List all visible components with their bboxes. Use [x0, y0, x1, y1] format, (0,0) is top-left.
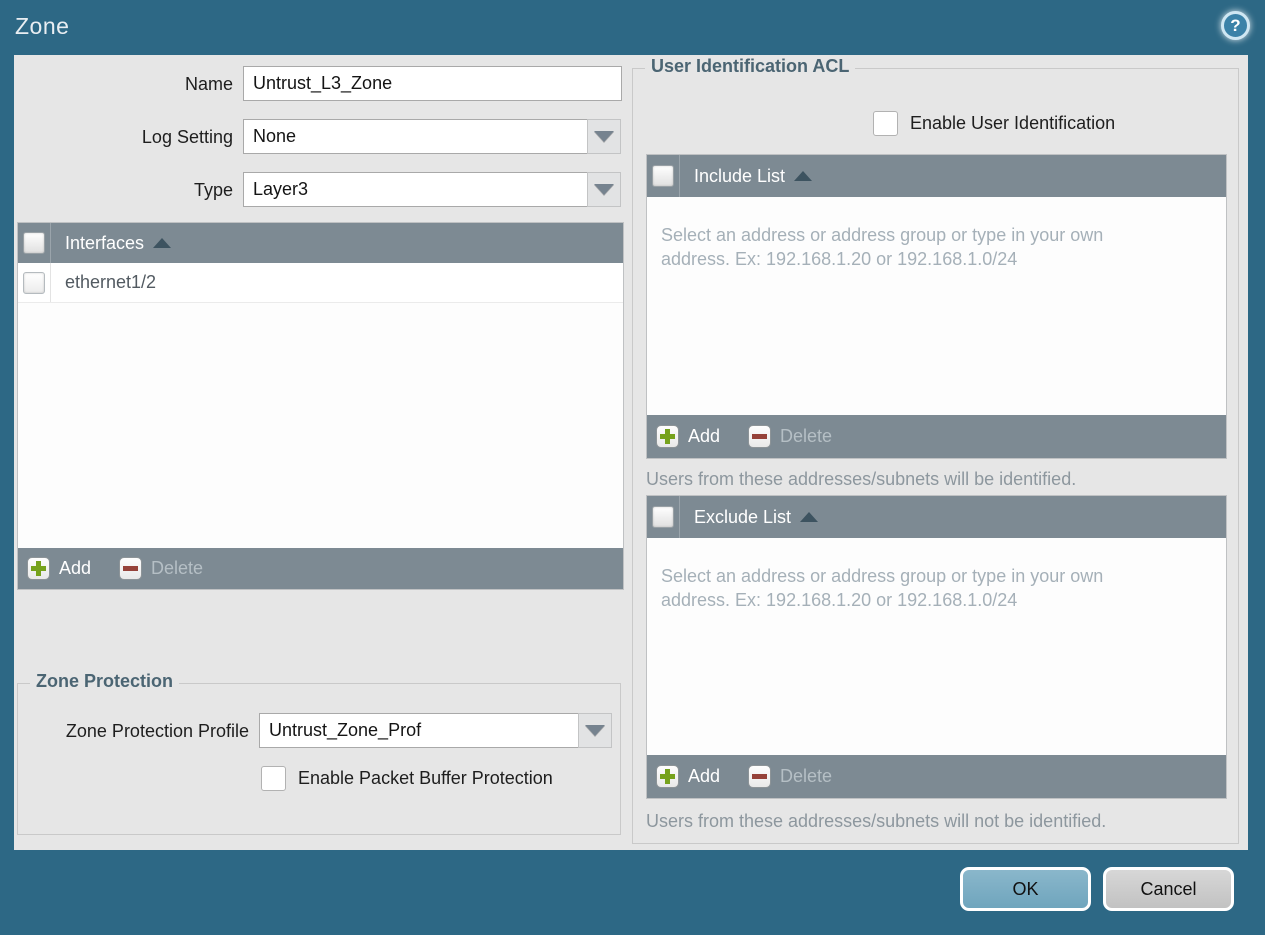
delete-button[interactable]: Delete	[119, 557, 203, 580]
chevron-down-icon	[585, 725, 605, 736]
exclude-delete-label: Delete	[780, 766, 833, 786]
log-setting-dropdown-button[interactable]	[587, 119, 621, 154]
include-list-body[interactable]: Select an address or address group or ty…	[647, 197, 1226, 415]
chevron-down-icon	[594, 131, 614, 142]
exclude-delete-button[interactable]: Delete	[748, 765, 832, 788]
exclude-select-all-checkbox[interactable]	[652, 506, 674, 528]
exclude-list-note: Users from these addresses/subnets will …	[646, 811, 1107, 831]
name-input[interactable]	[243, 66, 622, 101]
exclude-list-toolbar: Add Delete	[647, 755, 1226, 798]
delete-icon	[748, 425, 772, 448]
zone-dialog: Zone ? Name Log Setting Type Interfaces	[0, 0, 1265, 935]
include-add-button[interactable]: Add	[656, 425, 720, 448]
include-list-header[interactable]: Include List	[647, 155, 1226, 197]
sort-asc-icon	[153, 238, 172, 248]
row-checkbox[interactable]	[23, 271, 45, 294]
type-input[interactable]	[243, 172, 588, 207]
packet-buffer-checkbox[interactable]	[261, 766, 286, 791]
interfaces-table: Interfaces ethernet1/2 Add Delete	[17, 222, 624, 590]
help-icon[interactable]: ?	[1221, 11, 1250, 40]
delete-icon	[748, 765, 772, 788]
interfaces-header-label: Interfaces	[65, 232, 145, 253]
exclude-list-header[interactable]: Exclude List	[647, 496, 1226, 538]
dialog-title: Zone	[15, 13, 70, 39]
zone-protection-legend: Zone Protection	[30, 671, 180, 692]
user-identification-legend: User Identification ACL	[645, 56, 856, 77]
exclude-list-header-label: Exclude List	[694, 506, 792, 527]
add-button-label: Add	[59, 558, 92, 578]
interface-name: ethernet1/2	[65, 272, 157, 292]
interfaces-table-body: ethernet1/2	[18, 263, 623, 548]
add-button[interactable]: Add	[27, 557, 91, 580]
include-list-header-label: Include List	[694, 165, 786, 186]
interfaces-select-all-checkbox[interactable]	[23, 232, 45, 254]
exclude-add-label: Add	[688, 766, 721, 786]
exclude-list-body[interactable]: Select an address or address group or ty…	[647, 538, 1226, 755]
ok-button[interactable]: OK	[960, 867, 1091, 911]
include-select-all-checkbox[interactable]	[652, 165, 674, 187]
add-icon	[27, 557, 50, 580]
type-label: Type	[193, 180, 233, 200]
include-list-note: Users from these addresses/subnets will …	[646, 469, 1077, 489]
packet-buffer-label: Enable Packet Buffer Protection	[298, 768, 553, 788]
include-add-label: Add	[688, 426, 721, 446]
delete-button-label: Delete	[151, 558, 204, 578]
name-label: Name	[184, 74, 233, 94]
dialog-body: Name Log Setting Type Interfaces	[14, 55, 1248, 850]
interfaces-toolbar: Add Delete	[18, 548, 623, 589]
user-identification-section: User Identification ACL Enable User Iden…	[632, 56, 1239, 844]
cancel-button[interactable]: Cancel	[1103, 867, 1234, 911]
exclude-list-table: Exclude List Select an address or addres…	[646, 495, 1227, 799]
include-delete-label: Delete	[780, 426, 833, 446]
enable-user-identification-checkbox[interactable]	[873, 111, 898, 136]
sort-asc-icon	[800, 512, 819, 522]
delete-icon	[119, 557, 143, 580]
type-dropdown-button[interactable]	[587, 172, 621, 207]
log-setting-label: Log Setting	[141, 127, 233, 147]
interfaces-header-checkbox-cell	[18, 223, 51, 263]
sort-asc-icon	[794, 171, 813, 181]
zone-protection-profile-dropdown-button[interactable]	[578, 713, 612, 748]
zone-protection-profile-input[interactable]	[259, 713, 579, 748]
table-row[interactable]: ethernet1/2	[18, 263, 623, 303]
chevron-down-icon	[594, 184, 614, 195]
enable-user-identification-label: Enable User Identification	[910, 113, 1116, 133]
exclude-list-placeholder: Select an address or address group or ty…	[661, 566, 1104, 610]
add-icon	[656, 425, 679, 448]
log-setting-input[interactable]	[243, 119, 588, 154]
include-list-table: Include List Select an address or addres…	[646, 154, 1227, 459]
include-delete-button[interactable]: Delete	[748, 425, 832, 448]
exclude-add-button[interactable]: Add	[656, 765, 720, 788]
dialog-titlebar: Zone ?	[0, 0, 1265, 55]
zone-protection-profile-label: Zone Protection Profile	[65, 721, 249, 741]
zone-protection-section: Zone Protection Zone Protection Profile …	[17, 671, 621, 835]
interfaces-table-header[interactable]: Interfaces	[18, 223, 623, 263]
include-list-placeholder: Select an address or address group or ty…	[661, 225, 1104, 269]
include-list-toolbar: Add Delete	[647, 415, 1226, 458]
add-icon	[656, 765, 679, 788]
